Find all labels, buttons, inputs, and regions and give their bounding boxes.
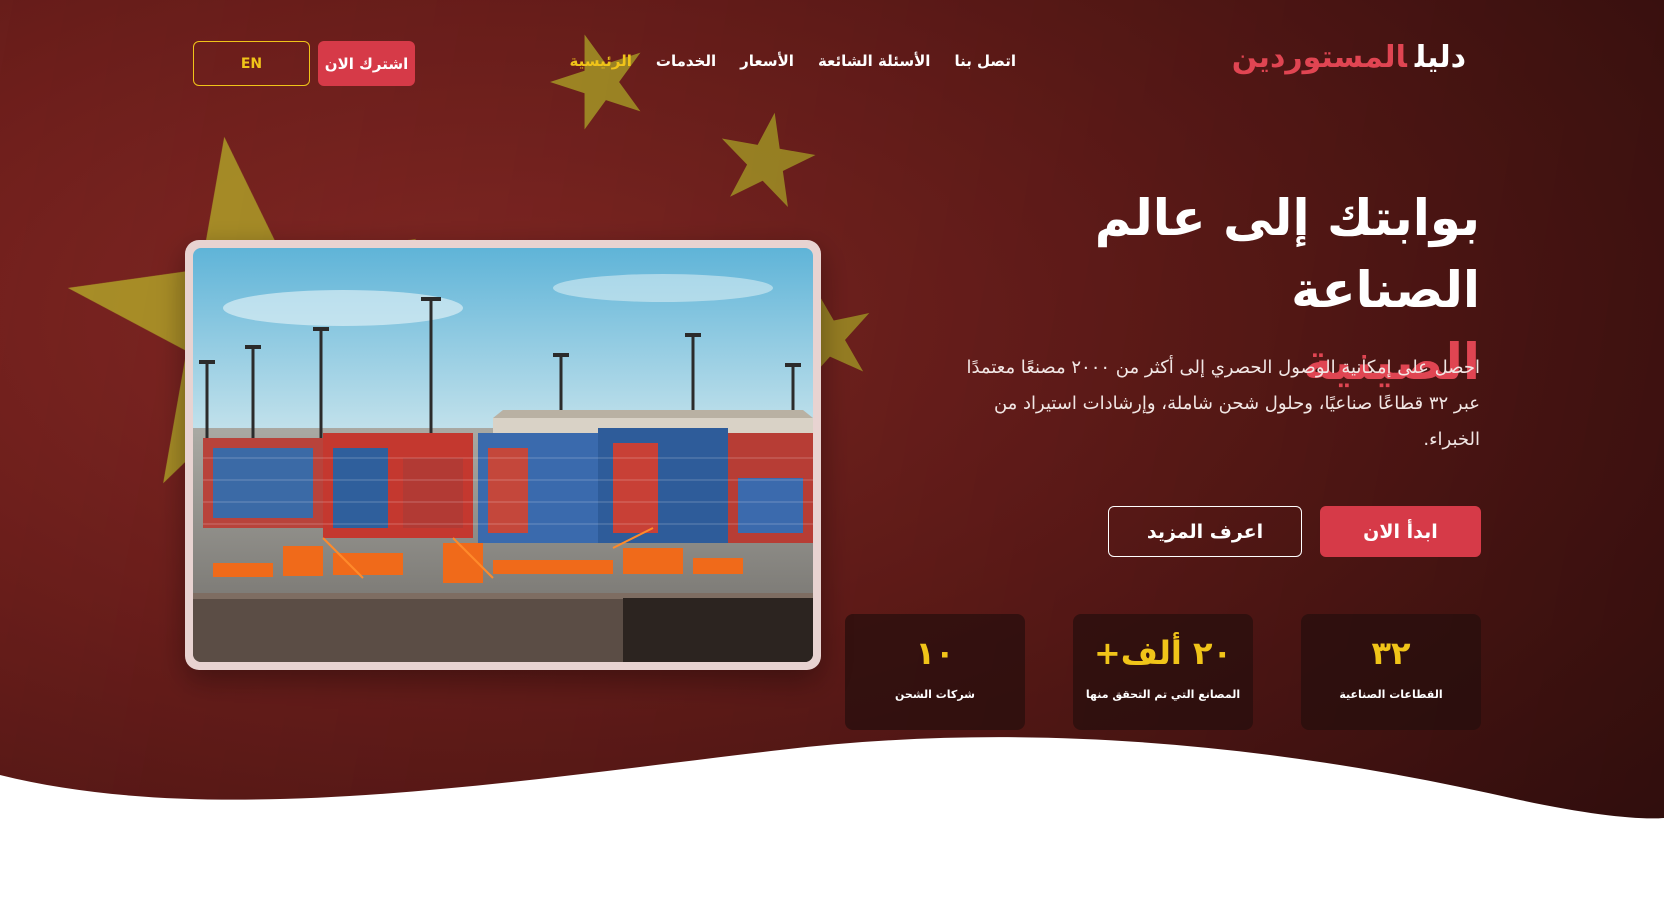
stat-card-factories: ٢٠ ألف+ المصانع التي تم التحقق منها	[1073, 614, 1253, 730]
nav-item-services[interactable]: الخدمات	[656, 52, 716, 70]
language-toggle-button[interactable]: EN	[193, 41, 310, 86]
hero-title-line-1: بوابتك إلى عالم الصناعة	[1094, 189, 1480, 319]
stat-value: ٢٠ ألف+	[1093, 634, 1233, 672]
logo-word-1: دليل	[1414, 40, 1466, 75]
subscribe-button[interactable]: اشترك الان	[318, 41, 415, 86]
stat-value: ١٠	[915, 634, 955, 672]
logo-word-2: المستوردين	[1231, 40, 1407, 75]
main-nav: الرئيسية الخدمات الأسعار الأسئلة الشائعة…	[570, 52, 1016, 70]
start-now-button[interactable]: ابدأ الان	[1320, 506, 1481, 557]
hero-section: دليلالمستوردين الرئيسية الخدمات الأسعار …	[0, 0, 1664, 913]
nav-item-home[interactable]: الرئيسية	[570, 52, 632, 70]
nav-item-faq[interactable]: الأسئلة الشائعة	[818, 52, 931, 70]
hero-image-frame	[185, 240, 821, 670]
stat-value: ٣٢	[1371, 634, 1411, 672]
stat-label: المصانع التي تم التحقق منها	[1085, 688, 1241, 701]
learn-more-button[interactable]: اعرف المزيد	[1108, 506, 1302, 557]
stat-card-shipping: ١٠ شركات الشحن	[845, 614, 1025, 730]
stat-label: القطاعات الصناعية	[1339, 688, 1443, 701]
wave-divider	[0, 737, 1664, 913]
stat-card-sectors: ٣٢ القطاعات الصناعية	[1301, 614, 1481, 730]
site-logo[interactable]: دليلالمستوردين	[1232, 40, 1466, 75]
container-port-image	[193, 248, 813, 662]
nav-item-pricing[interactable]: الأسعار	[740, 52, 794, 70]
hero-description: احصل على إمكانية الوصول الحصري إلى أكثر …	[966, 357, 1480, 450]
nav-item-contact[interactable]: اتصل بنا	[954, 52, 1016, 70]
stat-label: شركات الشحن	[895, 688, 975, 701]
